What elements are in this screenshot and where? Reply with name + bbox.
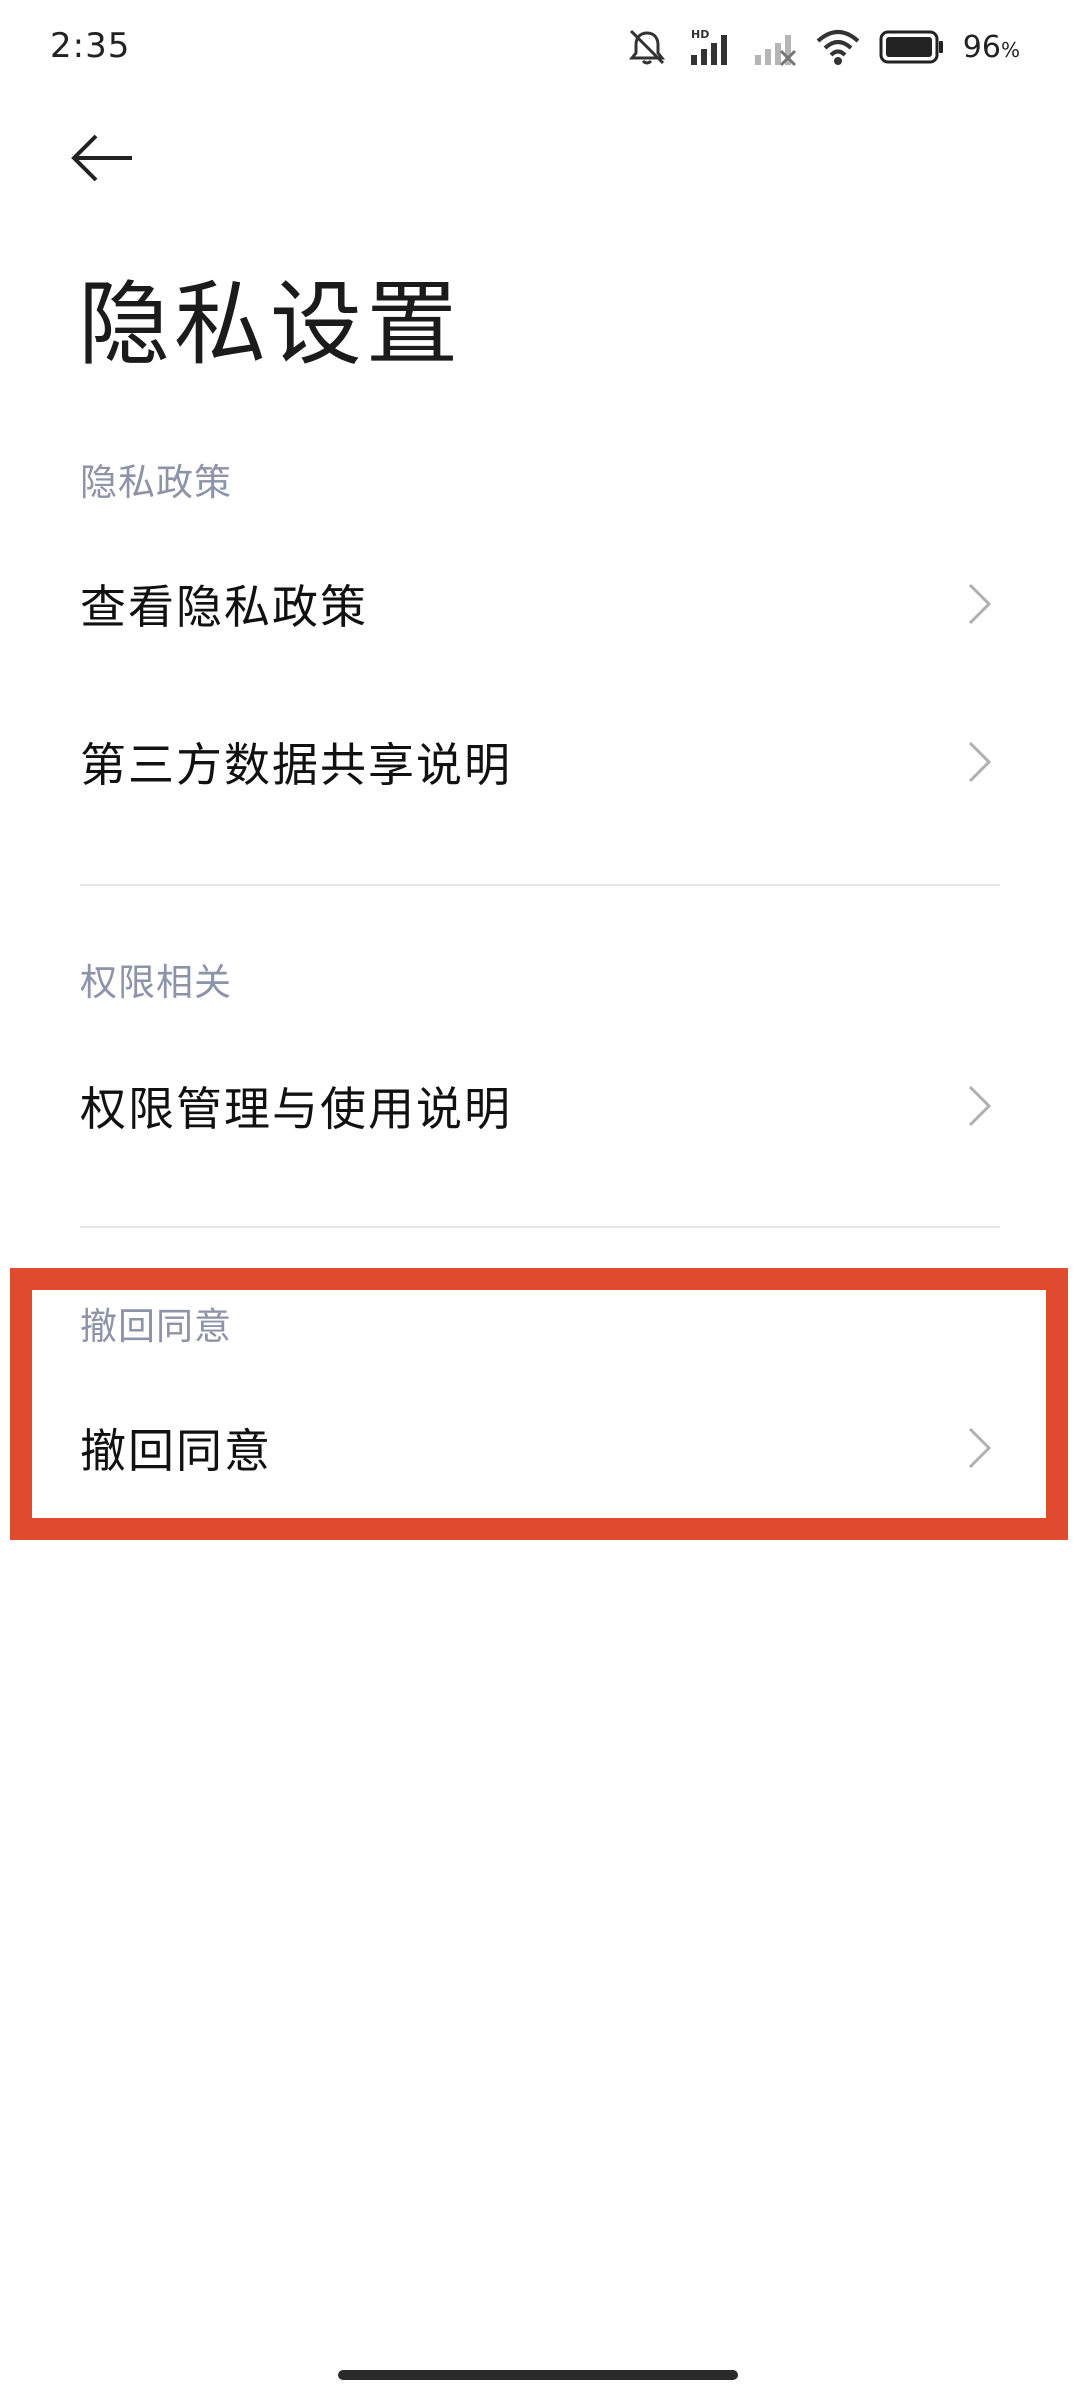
item-label: 查看隐私政策 [80, 580, 368, 634]
chevron-right-icon [960, 732, 1000, 792]
home-indicator[interactable] [338, 2370, 738, 2380]
section-divider [80, 1226, 1000, 1228]
item-label: 撤回同意 [80, 1424, 272, 1478]
hd-signal-icon: HD [690, 28, 727, 65]
svg-text:HD: HD [691, 28, 709, 41]
page-title: 隐私设置 [78, 271, 463, 378]
item-label: 第三方数据共享说明 [80, 738, 512, 792]
section-header-privacy-policy: 隐私政策 [80, 461, 232, 504]
section-divider [80, 884, 1000, 886]
privacy-settings-screen: 2:35 HD 96% 隐私设置 隐私政策 查看隐私政策 第三方数据共享说明 权… [0, 0, 1080, 2400]
battery-percent: 96% [962, 29, 1020, 65]
status-bar: 2:35 HD 96% [0, 0, 1080, 96]
chevron-right-icon [960, 1418, 1000, 1478]
chevron-right-icon [960, 1076, 1000, 1136]
status-icons: HD 96% [625, 22, 1020, 72]
list-item-withdraw-consent[interactable]: 撤回同意 [80, 1378, 1000, 1518]
list-item-permission-management[interactable]: 权限管理与使用说明 [80, 1036, 1000, 1176]
list-item-view-privacy-policy[interactable]: 查看隐私政策 [80, 534, 1000, 674]
battery-icon [879, 30, 943, 64]
chevron-right-icon [960, 574, 1000, 634]
section-header-withdraw-consent: 撤回同意 [80, 1305, 232, 1348]
wifi-icon [816, 30, 860, 65]
item-label: 权限管理与使用说明 [80, 1082, 512, 1136]
back-button[interactable] [70, 118, 160, 198]
list-item-third-party-sharing[interactable]: 第三方数据共享说明 [80, 692, 1000, 832]
arrow-left-icon [71, 134, 132, 182]
signal-off-icon [754, 35, 796, 67]
section-header-permissions: 权限相关 [80, 961, 232, 1004]
mute-icon [628, 29, 665, 65]
status-time: 2:35 [50, 26, 131, 66]
